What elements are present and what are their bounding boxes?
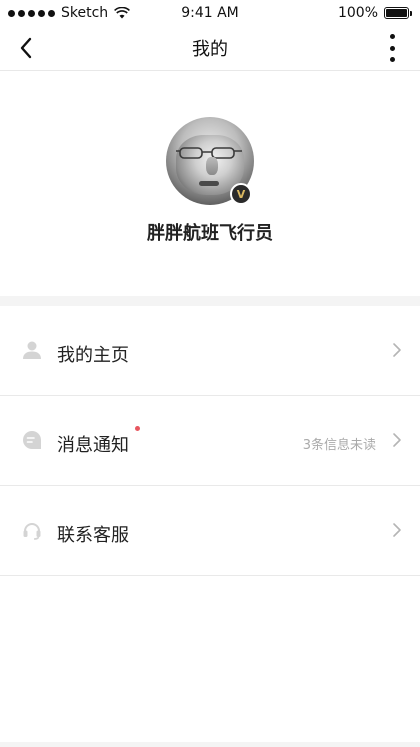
menu-item-label: 消息通知 <box>57 435 129 456</box>
battery-percent: 100% <box>337 5 378 21</box>
person-icon <box>23 341 41 359</box>
avatar-nose <box>206 157 218 175</box>
bottom-divider <box>0 742 420 747</box>
chevron-right-icon <box>393 343 401 357</box>
chevron-right-icon <box>393 523 401 537</box>
headset-icon <box>23 523 41 540</box>
menu-item-customer-service[interactable]: 联系客服 <box>0 486 420 576</box>
section-divider <box>0 296 420 306</box>
menu-item-homepage[interactable]: 我的主页 <box>0 306 420 396</box>
unread-dot <box>135 426 140 431</box>
chevron-right-icon <box>393 433 401 447</box>
more-dot-icon <box>389 34 395 39</box>
more-dot-icon <box>389 57 395 62</box>
unread-count-text: 3条信息未读 <box>302 438 376 453</box>
status-right: 100% <box>338 5 412 21</box>
profile-section: V 胖胖航班飞行员 <box>0 71 420 296</box>
more-dot-icon <box>389 45 395 51</box>
nav-bar: 我的 <box>0 26 420 71</box>
menu-item-label: 联系客服 <box>57 525 129 546</box>
status-bar: Sketch 9:41 AM 100% <box>0 0 420 26</box>
battery-icon <box>384 7 409 19</box>
menu-item-notifications[interactable]: 消息通知 3条信息未读 <box>0 396 420 486</box>
avatar-container[interactable]: V <box>166 117 254 205</box>
message-icon <box>23 431 41 449</box>
menu-item-label: 我的主页 <box>57 345 129 366</box>
page-title: 我的 <box>192 39 228 60</box>
menu-list: 我的主页 消息通知 3条信息未读 联系客服 <box>0 306 420 576</box>
battery-tip <box>410 10 412 16</box>
more-options-button[interactable] <box>384 34 400 62</box>
username: 胖胖航班飞行员 <box>147 223 273 244</box>
avatar-mouth <box>199 181 219 186</box>
verified-badge: V <box>230 183 252 205</box>
